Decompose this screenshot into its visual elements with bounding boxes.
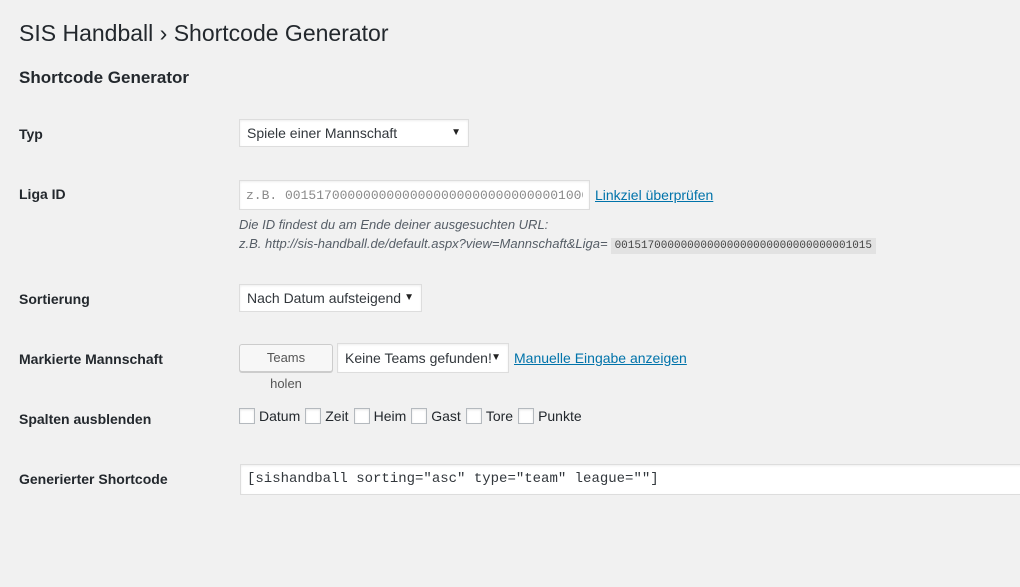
typ-select-value: Spiele einer Mannschaft [247,125,398,141]
checkbox-tore[interactable] [465,408,482,424]
liga-id-description: Die ID findest du am Ende deiner ausgesu… [239,217,549,232]
sortierung-select-value: Nach Datum aufsteigend [247,290,402,306]
spalten-ausblenden-label: Spalten ausblenden [19,411,152,427]
liga-id-field: Linkziel überprüfen [239,180,713,210]
checkbox-punkte[interactable] [518,408,535,424]
dropdown-arrow-icon: ▼ [491,352,501,363]
checkbox-label-datum: Datum [259,408,301,424]
markierte-mannschaft-label: Markierte Mannschaft [19,351,163,367]
liga-id-example-code: 001517000000000000000000000000000001015 [610,238,877,254]
sortierung-select[interactable]: Nach Datum aufsteigend ▼ [239,284,422,312]
fetch-teams-button[interactable]: Teams holen [239,344,333,391]
team-select[interactable]: Keine Teams gefunden! ▼ [337,343,509,373]
generated-shortcode-field[interactable]: [sishandball sorting="asc" type="team" l… [240,464,1020,495]
show-manual-entry-link[interactable]: Manuelle Eingabe anzeigen [514,350,687,366]
typ-field: Spiele einer Mannschaft ▼ [239,119,469,147]
team-field: Teams holen Keine Teams gefunden! ▼ Manu… [239,343,687,391]
checkbox-datum[interactable] [239,408,255,424]
dropdown-arrow-icon: ▼ [404,292,414,303]
section-title: Shortcode Generator [19,68,190,87]
team-select-value: Keine Teams gefunden! [345,350,492,366]
typ-label: Typ [19,126,43,142]
checkbox-gast[interactable] [411,408,428,424]
liga-id-input[interactable] [239,180,590,210]
checkbox-zeit[interactable] [305,408,322,424]
liga-id-example-url: z.B. http://sis-handball.de/default.aspx… [239,236,608,251]
checkbox-heim[interactable] [353,408,370,424]
checkbox-label-tore: Tore [485,408,514,424]
sortierung-label: Sortierung [19,291,90,307]
sortierung-field: Nach Datum aufsteigend ▼ [239,284,422,312]
typ-select[interactable]: Spiele einer Mannschaft ▼ [239,119,469,147]
checkbox-label-heim: Heim [373,408,407,424]
generated-shortcode-label: Generierter Shortcode [19,471,168,487]
dropdown-arrow-icon: ▼ [451,127,461,138]
checkbox-label-gast: Gast [431,408,461,424]
checkbox-label-zeit: Zeit [325,408,349,424]
column-checkboxes: Datum Zeit Heim Gast Tore Punkte [239,408,587,424]
page-title: SIS Handball › Shortcode Generator [19,20,389,46]
check-link-button[interactable]: Linkziel überprüfen [595,187,713,203]
liga-id-label: Liga ID [19,186,66,202]
checkbox-label-punkte: Punkte [538,408,582,424]
liga-id-example: z.B. http://sis-handball.de/default.aspx… [239,236,877,254]
